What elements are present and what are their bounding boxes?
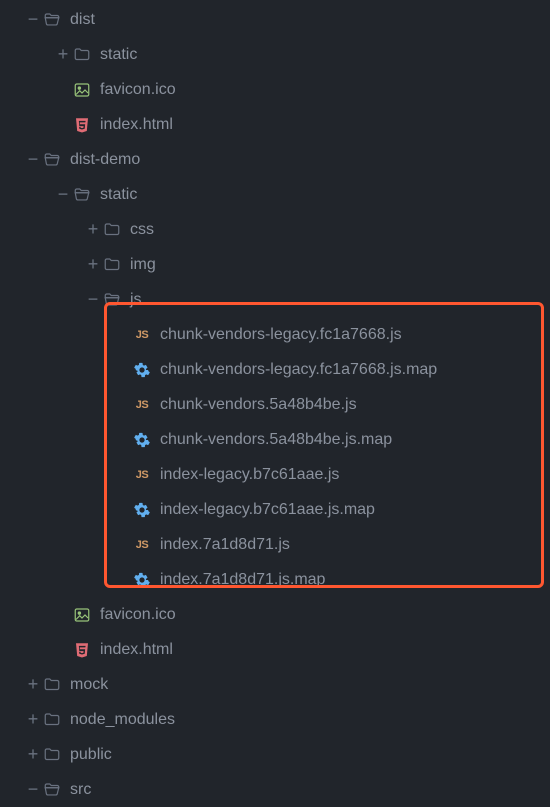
tree-file[interactable]: JS chunk-vendors.5a48b4be.js [0,387,550,422]
tree-folder[interactable]: + public [0,737,550,772]
tree-item-label: index.html [100,641,173,659]
tree-item-label: index-legacy.b7c61aae.js [160,466,339,484]
tree-folder[interactable]: + img [0,247,550,282]
tree-item-label: src [70,781,91,799]
html-icon [72,640,92,660]
expand-icon[interactable]: + [54,44,72,65]
tree-file[interactable]: chunk-vendors-legacy.fc1a7668.js.map [0,352,550,387]
tree-file[interactable]: index.html [0,107,550,142]
folder-open-icon [42,10,62,30]
tree-file[interactable]: JS index.7a1d8d71.js [0,527,550,562]
tree-item-label: node_modules [70,711,175,729]
tree-folder[interactable]: − static [0,177,550,212]
tree-item-label: dist [70,11,95,29]
tree-item-label: js [130,291,142,309]
js-icon: JS [132,535,152,555]
expand-icon[interactable]: + [24,674,42,695]
tree-file[interactable]: JS chunk-vendors-legacy.fc1a7668.js [0,317,550,352]
expand-icon[interactable]: + [84,254,102,275]
js-icon: JS [132,325,152,345]
gear-icon [132,430,152,450]
folder-icon [72,45,92,65]
image-icon [72,605,92,625]
collapse-icon[interactable]: − [24,779,42,800]
tree-item-label: public [70,746,112,764]
tree-item-label: chunk-vendors-legacy.fc1a7668.js [160,326,402,344]
tree-item-label: index.7a1d8d71.js.map [160,571,325,589]
tree-file[interactable]: JS index-legacy.b7c61aae.js [0,457,550,492]
tree-folder[interactable]: + css [0,212,550,247]
tree-file[interactable]: favicon.ico [0,72,550,107]
file-tree[interactable]: − dist + static favicon.ico index.html − dist-d… [0,2,550,807]
tree-item-label: index-legacy.b7c61aae.js.map [160,501,375,519]
expand-icon[interactable]: + [24,709,42,730]
tree-item-label: dist-demo [70,151,140,169]
gear-icon [132,570,152,590]
collapse-icon[interactable]: − [84,289,102,310]
tree-folder[interactable]: − src [0,772,550,807]
tree-item-label: css [130,221,154,239]
collapse-icon[interactable]: − [54,184,72,205]
folder-open-icon [42,150,62,170]
tree-file[interactable]: index-legacy.b7c61aae.js.map [0,492,550,527]
tree-item-label: img [130,256,156,274]
tree-file[interactable]: favicon.ico [0,597,550,632]
tree-item-label: mock [70,676,108,694]
js-icon: JS [132,395,152,415]
tree-item-label: index.7a1d8d71.js [160,536,290,554]
folder-icon [102,255,122,275]
folder-icon [42,710,62,730]
tree-file[interactable]: chunk-vendors.5a48b4be.js.map [0,422,550,457]
tree-folder[interactable]: − js [0,282,550,317]
expand-icon[interactable]: + [24,744,42,765]
tree-folder[interactable]: + mock [0,667,550,702]
tree-item-label: static [100,186,137,204]
image-icon [72,80,92,100]
collapse-icon[interactable]: − [24,149,42,170]
gear-icon [132,500,152,520]
collapse-icon[interactable]: − [24,9,42,30]
folder-icon [42,675,62,695]
tree-item-label: favicon.ico [100,81,176,99]
tree-folder[interactable]: − dist-demo [0,142,550,177]
folder-icon [42,745,62,765]
folder-open-icon [102,290,122,310]
tree-file[interactable]: index.html [0,632,550,667]
folder-open-icon [72,185,92,205]
gear-icon [132,360,152,380]
js-icon: JS [132,465,152,485]
folder-open-icon [42,780,62,800]
tree-item-label: chunk-vendors.5a48b4be.js [160,396,357,414]
html-icon [72,115,92,135]
tree-item-label: index.html [100,116,173,134]
tree-file[interactable]: index.7a1d8d71.js.map [0,562,550,597]
tree-item-label: chunk-vendors.5a48b4be.js.map [160,431,392,449]
tree-folder[interactable]: + static [0,37,550,72]
tree-folder[interactable]: + node_modules [0,702,550,737]
folder-icon [102,220,122,240]
tree-item-label: static [100,46,137,64]
tree-item-label: favicon.ico [100,606,176,624]
tree-folder[interactable]: − dist [0,2,550,37]
tree-item-label: chunk-vendors-legacy.fc1a7668.js.map [160,361,437,379]
expand-icon[interactable]: + [84,219,102,240]
